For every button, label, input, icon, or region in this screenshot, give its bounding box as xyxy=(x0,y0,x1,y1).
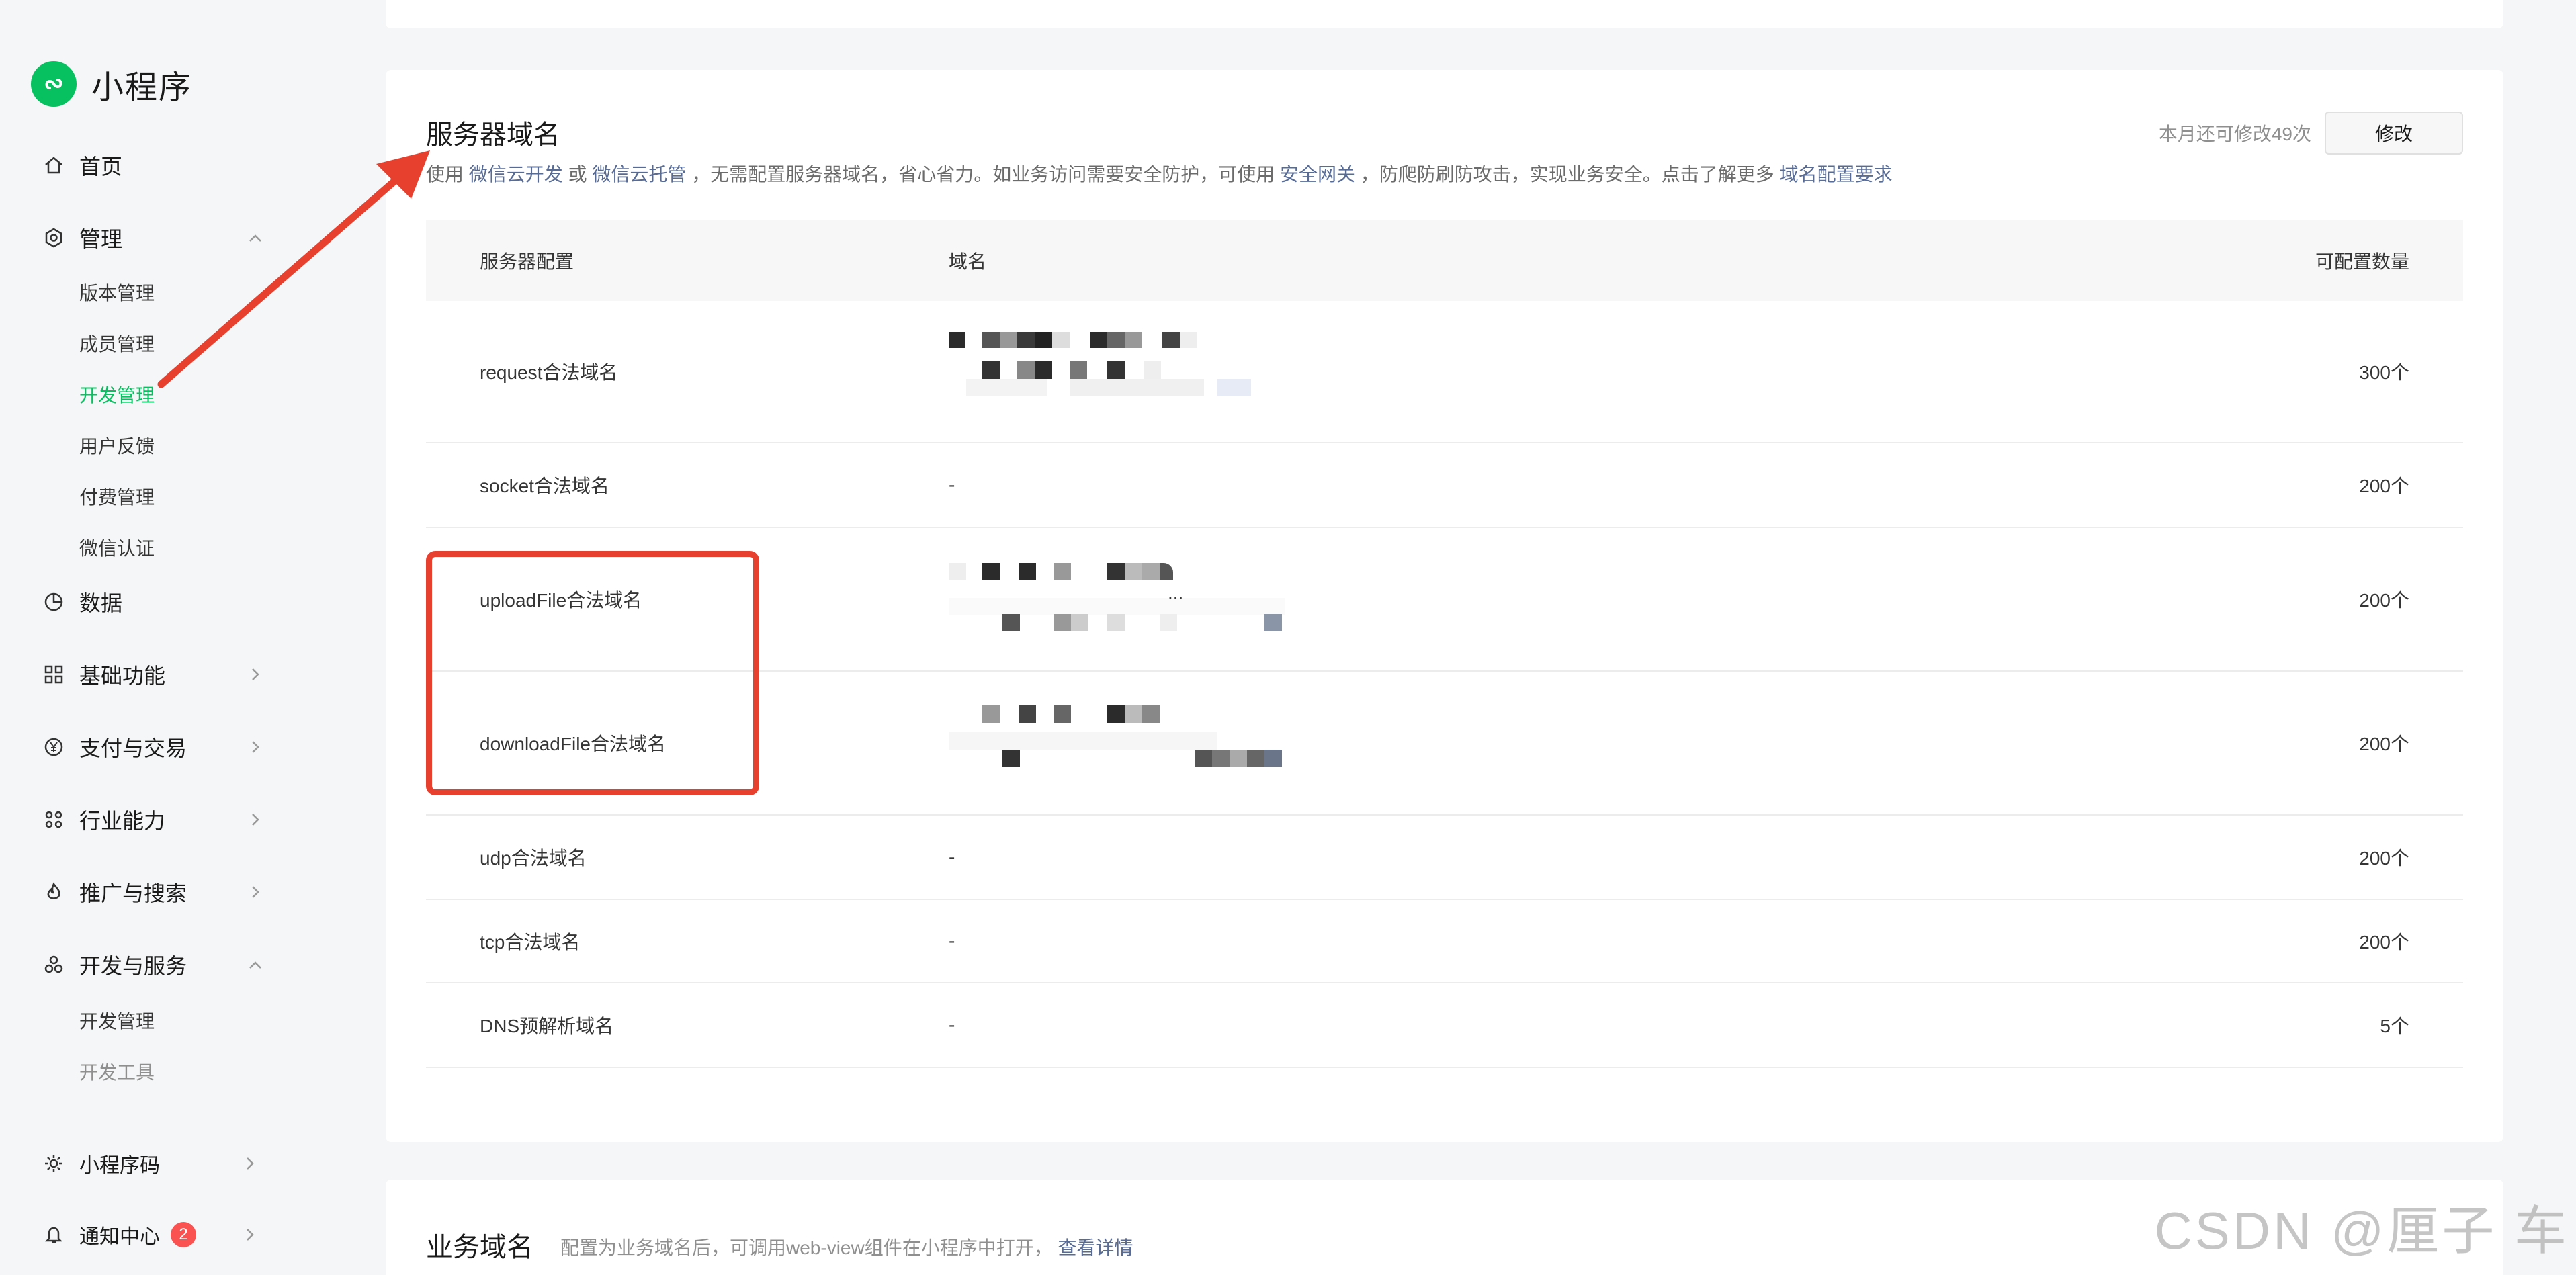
annotation-highlight-box xyxy=(426,551,759,795)
annotation-arrow xyxy=(157,150,430,388)
watermark: CSDN @厘子 车 xyxy=(2154,1201,2569,1260)
